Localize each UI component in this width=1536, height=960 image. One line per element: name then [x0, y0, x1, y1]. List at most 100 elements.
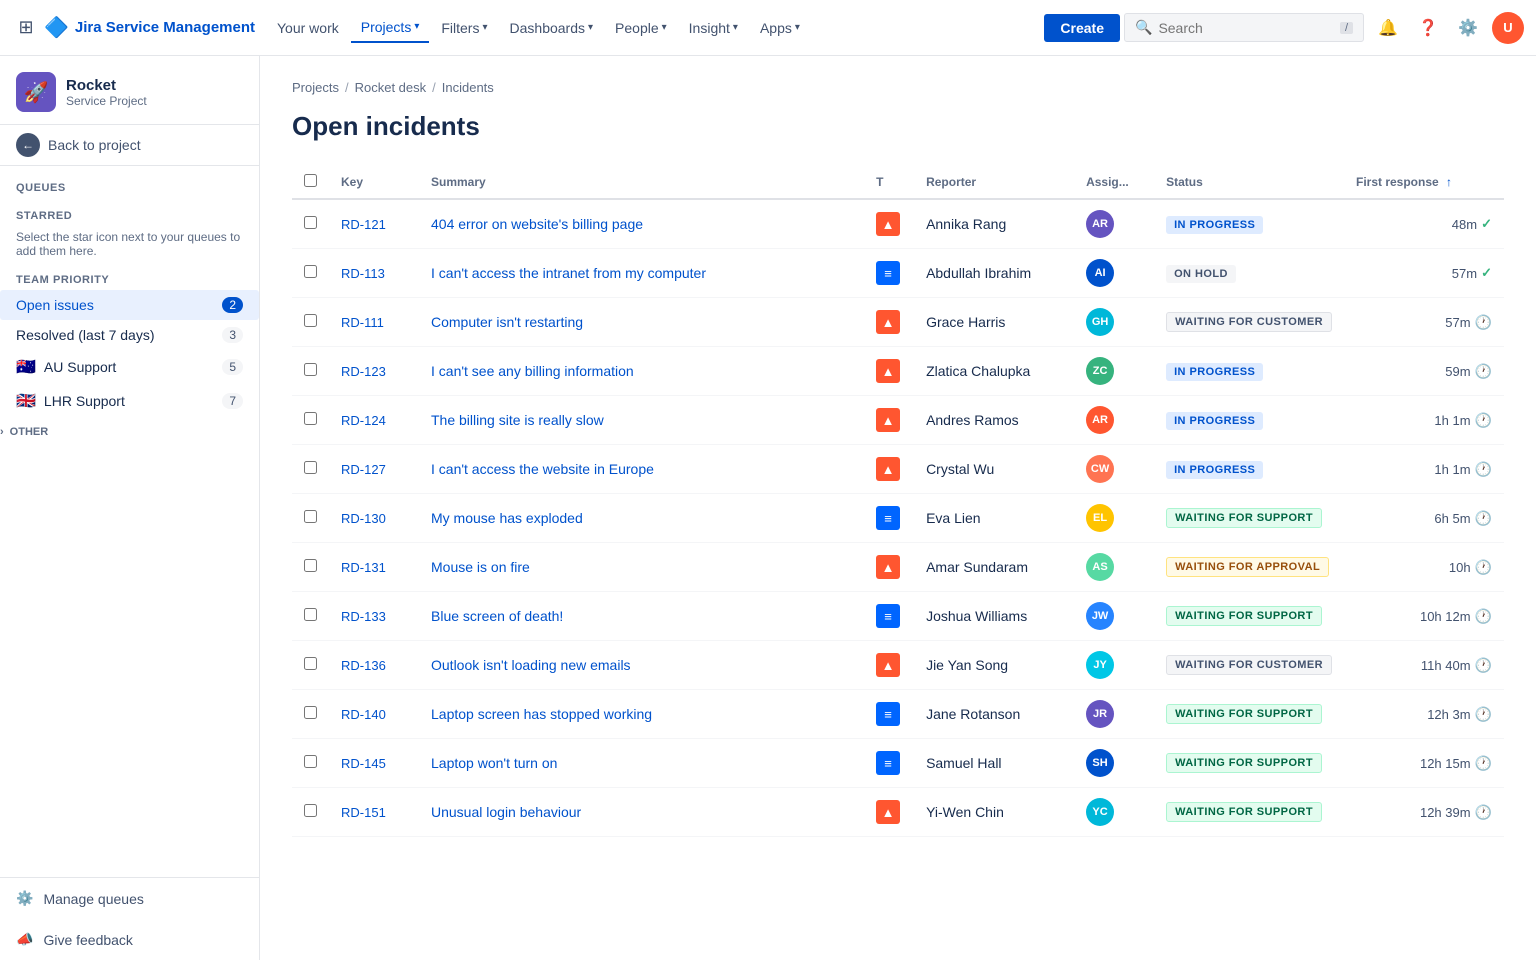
first-response-time: 1h 1m: [1434, 462, 1470, 477]
key-link[interactable]: RD-113: [341, 266, 385, 281]
au-flag-icon: 🇦🇺: [16, 357, 36, 377]
key-link[interactable]: RD-151: [341, 805, 386, 820]
row-checkbox[interactable]: [304, 706, 317, 719]
key-link[interactable]: RD-131: [341, 560, 386, 575]
settings-button[interactable]: ⚙️: [1452, 12, 1484, 44]
row-summary: I can't see any billing information: [419, 347, 864, 396]
row-checkbox[interactable]: [304, 265, 317, 278]
summary-link[interactable]: Mouse is on fire: [431, 559, 530, 575]
summary-link[interactable]: 404 error on website's billing page: [431, 216, 643, 232]
summary-link[interactable]: Laptop screen has stopped working: [431, 706, 652, 722]
summary-link[interactable]: I can't access the website in Europe: [431, 461, 654, 477]
row-checkbox[interactable]: [304, 657, 317, 670]
team-priority-title: TEAM PRIORITY: [0, 266, 259, 290]
user-avatar[interactable]: U: [1492, 12, 1524, 44]
key-link[interactable]: RD-127: [341, 462, 386, 477]
sidebar-item-open-issues[interactable]: Open issues 2: [0, 290, 259, 320]
search-input[interactable]: [1158, 20, 1334, 36]
breadcrumb-rocket-desk[interactable]: Rocket desk: [355, 80, 427, 95]
create-button[interactable]: Create: [1044, 14, 1120, 42]
sidebar-item-au-support[interactable]: 🇦🇺 AU Support 5: [0, 350, 259, 384]
summary-link[interactable]: I can't access the intranet from my comp…: [431, 265, 706, 281]
open-issues-label: Open issues: [16, 297, 94, 313]
clock-icon: 🕐: [1475, 804, 1492, 821]
summary-link[interactable]: Unusual login behaviour: [431, 804, 581, 820]
nav-projects[interactable]: Projects ▾: [351, 13, 430, 43]
row-checkbox[interactable]: [304, 804, 317, 817]
key-link[interactable]: RD-133: [341, 609, 386, 624]
key-link[interactable]: RD-140: [341, 707, 386, 722]
row-type: ▲: [864, 543, 914, 592]
other-toggle[interactable]: › OTHER: [0, 418, 259, 446]
key-link[interactable]: RD-136: [341, 658, 386, 673]
row-summary: Outlook isn't loading new emails: [419, 641, 864, 690]
back-to-project-button[interactable]: ← Back to project: [0, 124, 259, 166]
status-badge: WAITING FOR SUPPORT: [1166, 802, 1322, 822]
key-link[interactable]: RD-121: [341, 217, 386, 232]
help-button[interactable]: ❓: [1412, 12, 1444, 44]
topnav-right: 🔍 / 🔔 ❓ ⚙️ U: [1124, 12, 1524, 44]
summary-link[interactable]: Outlook isn't loading new emails: [431, 657, 631, 673]
row-checkbox[interactable]: [304, 363, 317, 376]
status-badge: WAITING FOR APPROVAL: [1166, 557, 1329, 577]
sort-arrow-icon: ↑: [1446, 175, 1452, 189]
row-checkbox[interactable]: [304, 216, 317, 229]
lhr-support-label: LHR Support: [44, 393, 125, 409]
breadcrumb-projects[interactable]: Projects: [292, 80, 339, 95]
key-link[interactable]: RD-130: [341, 511, 386, 526]
row-checkbox[interactable]: [304, 559, 317, 572]
nav-apps[interactable]: Apps ▾: [750, 14, 810, 42]
summary-link[interactable]: I can't see any billing information: [431, 363, 634, 379]
summary-link[interactable]: Laptop won't turn on: [431, 755, 557, 771]
row-summary: Unusual login behaviour: [419, 788, 864, 837]
summary-link[interactable]: Blue screen of death!: [431, 608, 563, 624]
dashboards-caret: ▾: [588, 22, 593, 33]
header-first-response[interactable]: First response ↑: [1344, 166, 1504, 199]
row-checkbox[interactable]: [304, 461, 317, 474]
notifications-button[interactable]: 🔔: [1372, 12, 1404, 44]
assignee-avatar: ZC: [1086, 357, 1114, 385]
summary-link[interactable]: The billing site is really slow: [431, 412, 604, 428]
logo-icon: 🔷: [44, 15, 69, 40]
grid-icon[interactable]: ⊞: [12, 14, 40, 42]
row-reporter: Jie Yan Song: [914, 641, 1074, 690]
nav-your-work[interactable]: Your work: [267, 14, 349, 42]
row-checkbox-cell: [292, 199, 329, 249]
select-all-checkbox[interactable]: [304, 174, 317, 187]
sidebar-item-lhr-support[interactable]: 🇬🇧 LHR Support 7: [0, 384, 259, 418]
key-link[interactable]: RD-111: [341, 315, 384, 330]
row-assignee: ZC: [1074, 347, 1154, 396]
key-link[interactable]: RD-145: [341, 756, 386, 771]
row-checkbox[interactable]: [304, 510, 317, 523]
summary-link[interactable]: My mouse has exploded: [431, 510, 583, 526]
reporter-name: Abdullah Ibrahim: [926, 265, 1031, 281]
key-link[interactable]: RD-124: [341, 413, 386, 428]
reporter-name: Jie Yan Song: [926, 657, 1008, 673]
row-checkbox[interactable]: [304, 412, 317, 425]
header-key: Key: [329, 166, 419, 199]
row-checkbox-cell: [292, 690, 329, 739]
row-checkbox[interactable]: [304, 608, 317, 621]
nav-insight[interactable]: Insight ▾: [679, 14, 748, 42]
search-box[interactable]: 🔍 /: [1124, 13, 1364, 42]
row-summary: Laptop won't turn on: [419, 739, 864, 788]
sidebar-item-resolved[interactable]: Resolved (last 7 days) 3: [0, 320, 259, 350]
manage-queues-button[interactable]: ⚙️ Manage queues: [0, 878, 259, 919]
status-badge: IN PROGRESS: [1166, 412, 1263, 430]
row-checkbox[interactable]: [304, 755, 317, 768]
summary-link[interactable]: Computer isn't restarting: [431, 314, 583, 330]
reporter-name: Eva Lien: [926, 510, 980, 526]
row-checkbox[interactable]: [304, 314, 317, 327]
nav-filters[interactable]: Filters ▾: [431, 14, 497, 42]
row-first-response: 57m 🕐: [1344, 298, 1504, 347]
app-logo[interactable]: 🔷 Jira Service Management: [44, 15, 255, 40]
row-summary: The billing site is really slow: [419, 396, 864, 445]
key-link[interactable]: RD-123: [341, 364, 386, 379]
first-response-time: 12h 15m: [1420, 756, 1471, 771]
give-feedback-button[interactable]: 📣 Give feedback: [0, 919, 259, 960]
nav-dashboards[interactable]: Dashboards ▾: [500, 14, 604, 42]
status-badge: WAITING FOR SUPPORT: [1166, 508, 1322, 528]
row-first-response: 59m 🕐: [1344, 347, 1504, 396]
nav-people[interactable]: People ▾: [605, 14, 677, 42]
type-icon: ≡: [876, 604, 900, 628]
